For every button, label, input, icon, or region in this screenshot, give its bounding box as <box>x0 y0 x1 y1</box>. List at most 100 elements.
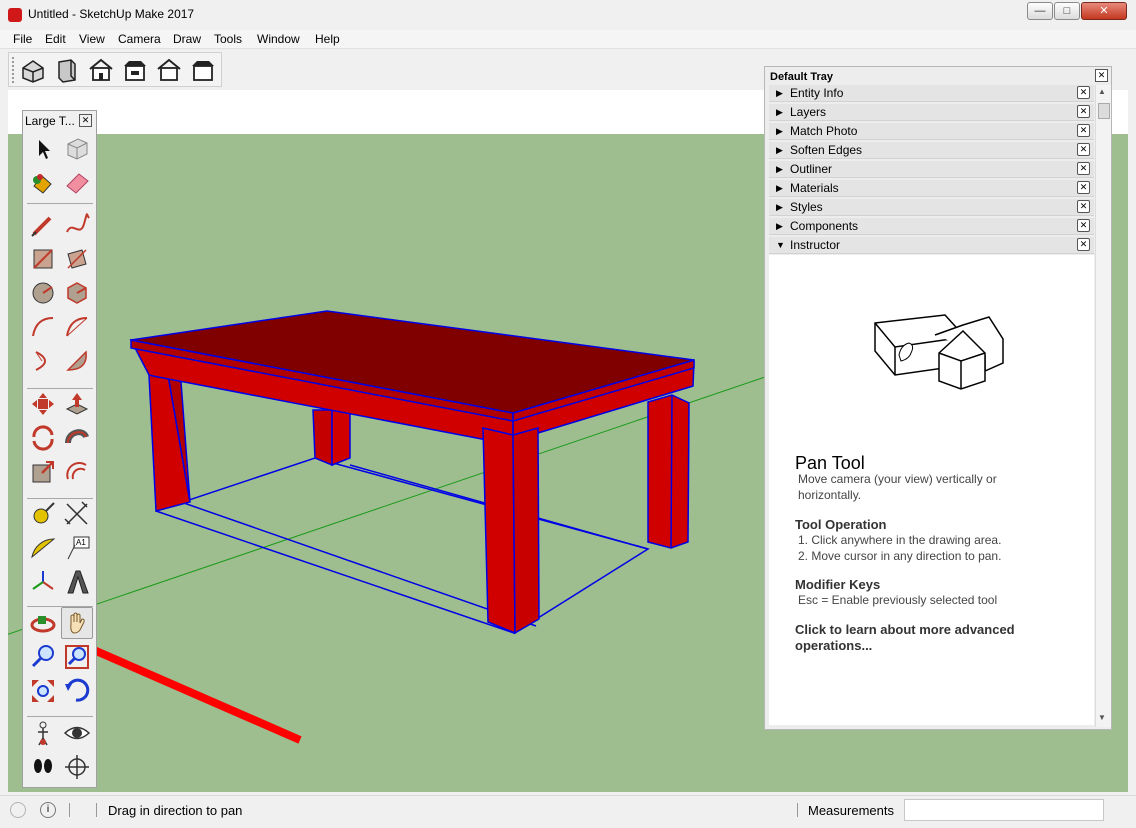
pan-tool-illustration <box>874 314 1004 390</box>
zoom-icon[interactable] <box>28 642 58 672</box>
tray-item-close-button[interactable]: ✕ <box>1077 219 1090 232</box>
geo-location-icon[interactable] <box>10 802 26 818</box>
tool-operation-title: Tool Operation <box>795 517 887 532</box>
protractor-icon[interactable] <box>28 533 58 563</box>
walk-icon[interactable] <box>28 752 58 782</box>
position-camera-icon[interactable] <box>28 718 58 748</box>
select-icon[interactable] <box>28 134 58 164</box>
make-component-icon[interactable] <box>62 134 92 164</box>
large-tool-set-title[interactable]: Large T... <box>25 114 75 128</box>
tray-item-match-photo[interactable]: ▶ Match Photo ✕ <box>769 123 1094 140</box>
three-point-arc-icon[interactable] <box>28 346 58 376</box>
maximize-button[interactable]: □ <box>1054 2 1080 20</box>
tray-item-entity-info[interactable]: ▶ Entity Info ✕ <box>769 85 1094 102</box>
tray-item-materials[interactable]: ▶ Materials ✕ <box>769 180 1094 197</box>
right-view-icon[interactable] <box>121 56 149 84</box>
instructor-panel: Pan Tool Move camera (your view) vertica… <box>769 255 1094 725</box>
tray-close-button[interactable]: ✕ <box>1095 69 1108 82</box>
menu-window[interactable]: Window <box>257 32 300 46</box>
separator <box>96 803 97 817</box>
status-hint: Drag in direction to pan <box>108 803 243 818</box>
separator <box>27 203 93 204</box>
menu-bar: File Edit View Camera Draw Tools Window … <box>0 30 1136 49</box>
zoom-extents-icon[interactable] <box>28 676 58 706</box>
scroll-down-icon[interactable]: ▼ <box>1098 713 1106 722</box>
tray-item-close-button[interactable]: ✕ <box>1077 200 1090 213</box>
rectangle-icon[interactable] <box>28 244 58 274</box>
tray-item-label: Outliner <box>790 162 833 176</box>
left-view-icon[interactable] <box>189 56 217 84</box>
menu-camera[interactable]: Camera <box>118 32 161 46</box>
3d-text-icon[interactable] <box>62 567 92 597</box>
offset-icon[interactable] <box>62 457 92 487</box>
separator <box>69 803 70 817</box>
collapse-arrow-icon: ▼ <box>776 240 785 250</box>
tray-scrollbar[interactable]: ▲ ▼ <box>1095 85 1111 727</box>
info-icon[interactable]: i <box>40 802 56 818</box>
measurements-input[interactable] <box>904 799 1104 821</box>
tray-item-styles[interactable]: ▶ Styles ✕ <box>769 199 1094 216</box>
close-button[interactable]: ✕ <box>1081 2 1127 20</box>
eraser-icon[interactable] <box>62 168 92 198</box>
large-tool-set-close-button[interactable]: ✕ <box>79 114 92 127</box>
pie-icon[interactable] <box>62 346 92 376</box>
expand-arrow-icon: ▶ <box>776 126 783 136</box>
tray-item-close-button[interactable]: ✕ <box>1077 86 1090 99</box>
scroll-up-icon[interactable]: ▲ <box>1098 87 1106 96</box>
tool-operation-step-2: 2. Move cursor in any direction to pan. <box>798 549 1002 563</box>
tape-measure-icon[interactable] <box>28 499 58 529</box>
tray-item-label: Entity Info <box>790 86 844 100</box>
push-pull-icon[interactable] <box>62 389 92 419</box>
menu-tools[interactable]: Tools <box>214 32 242 46</box>
tray-item-components[interactable]: ▶ Components ✕ <box>769 218 1094 235</box>
tray-item-close-button[interactable]: ✕ <box>1077 181 1090 194</box>
tray-item-close-button[interactable]: ✕ <box>1077 124 1090 137</box>
axes-icon[interactable] <box>28 567 58 597</box>
scale-icon[interactable] <box>28 457 58 487</box>
minimize-button[interactable]: — <box>1027 2 1053 20</box>
table-leg-back-left <box>312 409 333 467</box>
rotated-rectangle-icon[interactable] <box>62 244 92 274</box>
tray-title: Default Tray <box>770 71 833 83</box>
section-plane-icon[interactable] <box>62 752 92 782</box>
text-icon[interactable]: A1 <box>62 533 92 563</box>
freehand-icon[interactable] <box>62 210 92 240</box>
tray-item-close-button[interactable]: ✕ <box>1077 143 1090 156</box>
circle-icon[interactable] <box>28 278 58 308</box>
menu-draw[interactable]: Draw <box>173 32 201 46</box>
tray-item-close-button[interactable]: ✕ <box>1077 162 1090 175</box>
zoom-window-icon[interactable] <box>62 642 92 672</box>
advanced-operations-link[interactable]: Click to learn about more advanced opera… <box>795 622 1055 654</box>
menu-view[interactable]: View <box>79 32 105 46</box>
front-view-icon[interactable] <box>87 56 115 84</box>
two-point-arc-icon[interactable] <box>62 312 92 342</box>
iso-view-icon[interactable] <box>19 56 47 84</box>
menu-edit[interactable]: Edit <box>45 32 66 46</box>
paint-bucket-icon[interactable] <box>28 168 58 198</box>
tray-item-instructor[interactable]: ▼ Instructor ✕ <box>769 237 1094 254</box>
tray-item-outliner[interactable]: ▶ Outliner ✕ <box>769 161 1094 178</box>
scrollbar-thumb[interactable] <box>1098 103 1110 119</box>
previous-icon[interactable] <box>62 676 92 706</box>
pan-icon[interactable] <box>61 607 93 639</box>
back-view-icon[interactable] <box>155 56 183 84</box>
expand-arrow-icon: ▶ <box>776 202 783 212</box>
top-view-icon[interactable] <box>53 56 81 84</box>
menu-help[interactable]: Help <box>315 32 340 46</box>
look-around-icon[interactable] <box>62 718 92 748</box>
toolbar-grip[interactable] <box>12 57 15 83</box>
move-icon[interactable] <box>28 389 58 419</box>
arc-icon[interactable] <box>28 312 58 342</box>
tray-item-close-button[interactable]: ✕ <box>1077 238 1090 251</box>
polygon-icon[interactable] <box>62 278 92 308</box>
line-icon[interactable] <box>28 210 58 240</box>
follow-me-icon[interactable] <box>62 423 92 453</box>
menu-file[interactable]: File <box>13 32 32 46</box>
table-footprint <box>155 457 650 634</box>
tray-item-layers[interactable]: ▶ Layers ✕ <box>769 104 1094 121</box>
tray-item-soften-edges[interactable]: ▶ Soften Edges ✕ <box>769 142 1094 159</box>
dimension-icon[interactable] <box>62 499 92 529</box>
rotate-icon[interactable] <box>28 423 58 453</box>
tray-item-close-button[interactable]: ✕ <box>1077 105 1090 118</box>
orbit-icon[interactable] <box>28 608 58 638</box>
